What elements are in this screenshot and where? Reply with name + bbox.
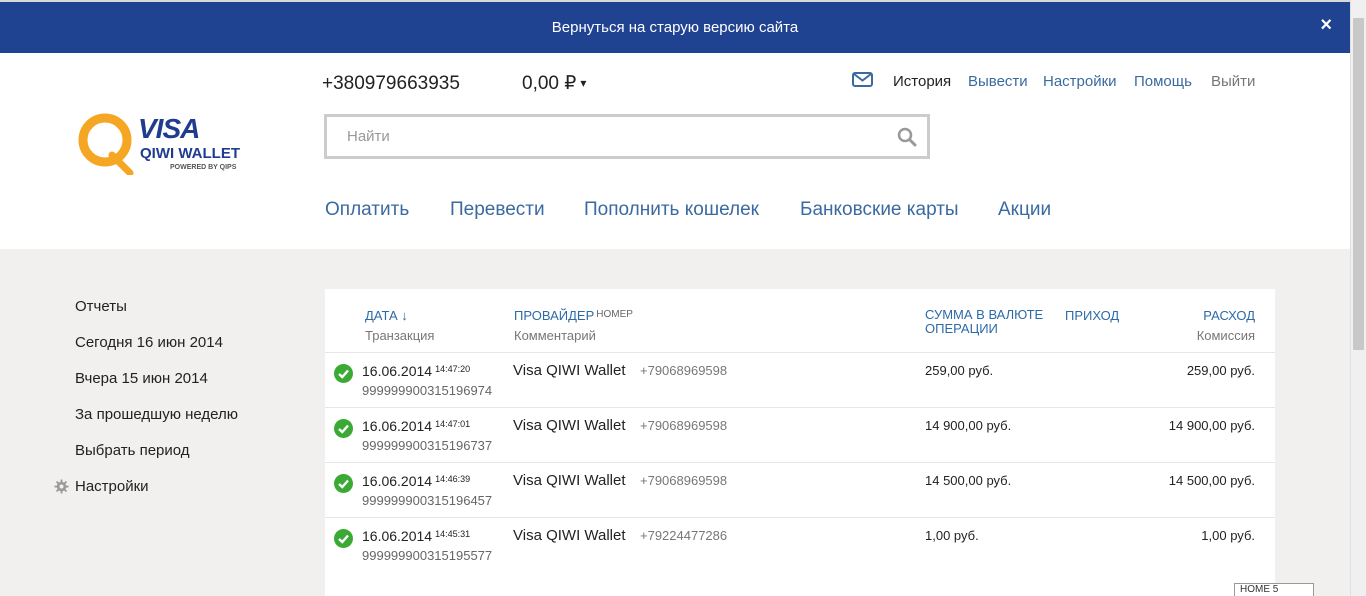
search-icon[interactable] bbox=[897, 127, 917, 147]
sidebar-item-choose-period[interactable]: Выбрать период bbox=[75, 442, 190, 459]
row-expense: 1,00 руб. bbox=[1201, 528, 1255, 543]
mail-icon[interactable] bbox=[852, 72, 873, 87]
header-sum-line1: СУММА В ВАЛЮТЕ bbox=[925, 307, 1044, 322]
row-date: 16.06.2014 14:46:39 bbox=[362, 473, 471, 489]
mainnav-pay[interactable]: Оплатить bbox=[325, 199, 409, 221]
home-badge: HOME 5 bbox=[1234, 583, 1314, 596]
success-check-icon bbox=[334, 419, 353, 438]
header-provider-sub: Комментарий bbox=[514, 328, 596, 343]
nav-settings[interactable]: Настройки bbox=[1043, 73, 1117, 90]
table-row[interactable]: 16.06.2014 14:46:39 999999900315196457 Vi… bbox=[325, 462, 1275, 517]
sidebar-item-last-week[interactable]: За прошедшую неделю bbox=[75, 406, 238, 423]
header-provider[interactable]: ПРОВАЙДЕР НОМЕР bbox=[514, 308, 633, 323]
success-check-icon bbox=[334, 474, 353, 493]
header-sum-line2: ОПЕРАЦИИ bbox=[925, 321, 998, 336]
mainnav-topup[interactable]: Пополнить кошелек bbox=[584, 199, 759, 221]
close-icon[interactable]: × bbox=[1320, 14, 1332, 37]
row-provider: Visa QIWI Wallet bbox=[513, 527, 626, 544]
header-expense[interactable]: РАСХОД bbox=[1203, 308, 1255, 323]
header-number-label: НОМЕР bbox=[596, 309, 633, 320]
header-date-sub: Транзакция bbox=[365, 328, 435, 343]
header-income[interactable]: ПРИХОД bbox=[1065, 308, 1119, 323]
table-row[interactable]: 16.06.2014 14:45:31 999999900315195577 Vi… bbox=[325, 517, 1275, 572]
header-date[interactable]: ДАТА ↓ bbox=[365, 308, 408, 323]
nav-logout[interactable]: Выйти bbox=[1211, 73, 1255, 90]
logo-wallet-text: QIWI WALLET bbox=[140, 145, 240, 162]
row-date: 16.06.2014 14:45:31 bbox=[362, 528, 471, 544]
row-provider: Visa QIWI Wallet bbox=[513, 472, 626, 489]
transactions-table: ДАТА ↓ Транзакция ПРОВАЙДЕР НОМЕР Коммент… bbox=[325, 289, 1275, 596]
success-check-icon bbox=[334, 529, 353, 548]
header: VISA QIWI WALLET POWERED BY QIPS +380979… bbox=[0, 53, 1350, 249]
old-version-banner[interactable]: Вернуться на старую версию сайта × bbox=[0, 0, 1350, 53]
header-provider-label: ПРОВАЙДЕР bbox=[514, 308, 595, 323]
gear-icon bbox=[54, 479, 69, 494]
search-input[interactable] bbox=[347, 128, 867, 145]
row-number: +79068969598 bbox=[640, 473, 728, 488]
row-number: +79068969598 bbox=[640, 363, 728, 378]
header-sum[interactable]: СУММА В ВАЛЮТЕ ОПЕРАЦИИ bbox=[925, 308, 1043, 336]
row-date: 16.06.2014 14:47:20 bbox=[362, 363, 471, 379]
row-expense: 259,00 руб. bbox=[1186, 363, 1255, 378]
caret-down-icon: ▾ bbox=[580, 76, 587, 90]
row-number: +79224477286 bbox=[640, 528, 728, 543]
table-row[interactable]: 16.06.2014 14:47:20 999999900315196974 Vi… bbox=[325, 352, 1275, 407]
nav-help[interactable]: Помощь bbox=[1134, 73, 1192, 90]
row-number: +79068969598 bbox=[640, 418, 728, 433]
sidebar-item-reports[interactable]: Отчеты bbox=[75, 298, 127, 315]
mainnav-cards[interactable]: Банковские карты bbox=[800, 199, 959, 221]
old-version-link[interactable]: Вернуться на старую версию сайта bbox=[0, 19, 1350, 36]
visa-qiwi-wallet-logo[interactable]: VISA QIWI WALLET POWERED BY QIPS bbox=[78, 111, 253, 181]
balance-value: 0,00 ₽ bbox=[522, 73, 577, 94]
row-sum: 14 900,00 руб. bbox=[925, 418, 1012, 433]
row-transaction-id: 999999900315196974 bbox=[362, 383, 493, 398]
account-phone: +380979663935 bbox=[322, 73, 460, 94]
qiwi-q-logo-icon bbox=[78, 113, 134, 175]
row-date: 16.06.2014 14:47:01 bbox=[362, 418, 471, 434]
row-provider: Visa QIWI Wallet bbox=[513, 362, 626, 379]
row-transaction-id: 999999900315196457 bbox=[362, 493, 493, 508]
search-box bbox=[324, 114, 930, 159]
balance-dropdown[interactable]: 0,00 ₽ ▾ bbox=[522, 72, 586, 95]
row-transaction-id: 999999900315196737 bbox=[362, 438, 493, 453]
row-transaction-id: 999999900315195577 bbox=[362, 548, 493, 563]
mainnav-promo[interactable]: Акции bbox=[998, 199, 1051, 221]
nav-withdraw[interactable]: Вывести bbox=[968, 73, 1028, 90]
table-row[interactable]: 16.06.2014 14:47:01 999999900315196737 Vi… bbox=[325, 407, 1275, 462]
logo-visa-text: VISA bbox=[138, 113, 200, 144]
header-expense-sub: Комиссия bbox=[1196, 328, 1255, 343]
row-expense: 14 900,00 руб. bbox=[1168, 418, 1255, 433]
nav-history[interactable]: История bbox=[893, 73, 951, 90]
row-sum: 1,00 руб. bbox=[925, 528, 979, 543]
success-check-icon bbox=[334, 364, 353, 383]
sidebar-item-yesterday[interactable]: Вчера 15 июн 2014 bbox=[75, 370, 208, 387]
row-expense: 14 500,00 руб. bbox=[1168, 473, 1255, 488]
scrollbar-thumb[interactable] bbox=[1353, 18, 1364, 350]
sidebar-item-settings[interactable]: Настройки bbox=[75, 478, 149, 495]
row-sum: 259,00 руб. bbox=[925, 363, 994, 378]
page-scrollbar[interactable] bbox=[1350, 0, 1366, 596]
mainnav-transfer[interactable]: Перевести bbox=[450, 199, 545, 221]
row-provider: Visa QIWI Wallet bbox=[513, 417, 626, 434]
row-sum: 14 500,00 руб. bbox=[925, 473, 1012, 488]
sidebar-item-today[interactable]: Сегодня 16 июн 2014 bbox=[75, 334, 223, 351]
logo-powered-text: POWERED BY QIPS bbox=[170, 164, 237, 171]
